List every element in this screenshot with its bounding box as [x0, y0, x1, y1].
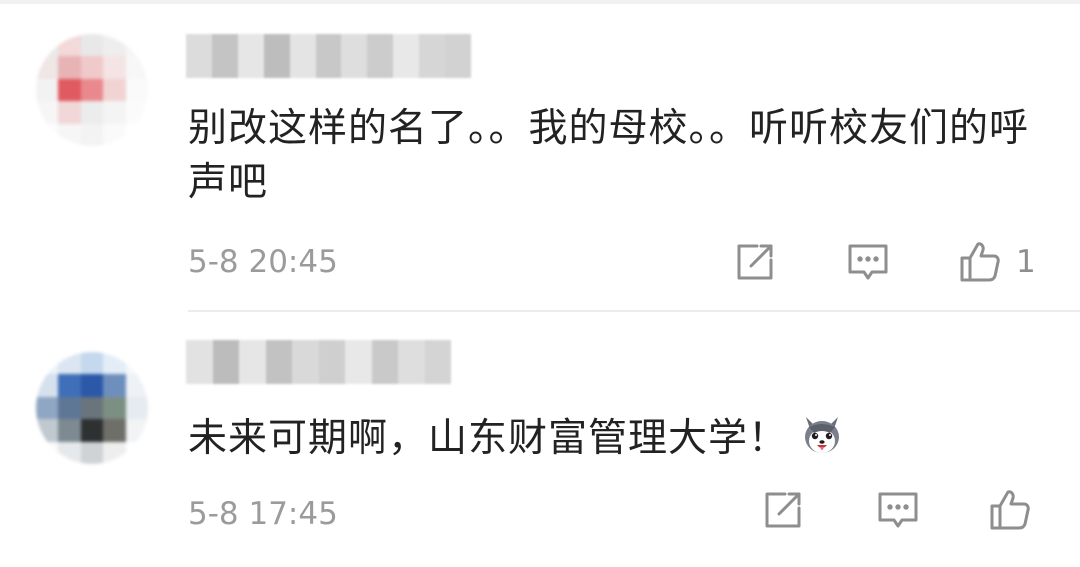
avatar-pixel: [36, 101, 59, 124]
avatar-pixel: [36, 56, 59, 79]
comment-text-body: 未来可期啊，山东财富管理大学！: [188, 416, 789, 461]
comment-text: 未来可期啊，山东财富管理大学！: [188, 412, 1050, 466]
husky-dog-emoji: [800, 413, 844, 457]
username-pixel: [186, 340, 213, 384]
username-pixel: [393, 34, 420, 78]
username-pixel: [263, 34, 290, 78]
avatar-pixel: [103, 56, 126, 79]
avatar-pixel: [103, 441, 126, 464]
avatar-pixel: [103, 352, 126, 375]
username-pixel: [239, 340, 266, 384]
reply-button[interactable]: [876, 488, 920, 532]
share-icon: [765, 492, 801, 528]
avatar-pixel: [103, 78, 126, 102]
reply-button[interactable]: [846, 240, 890, 284]
avatar-pixel: [125, 441, 148, 464]
username-pixel: [265, 340, 292, 384]
username-pixel: [237, 34, 264, 78]
avatar-pixel: [125, 123, 148, 146]
username-pixel: [315, 34, 342, 78]
username-pixel: [289, 34, 316, 78]
username-pixel: [367, 34, 394, 78]
reply-icon: [848, 244, 888, 280]
avatar-pixel: [36, 352, 59, 375]
avatar-pixel: [80, 56, 104, 79]
avatar[interactable]: [36, 352, 148, 464]
avatar-pixel: [36, 374, 59, 397]
thumbs-up-icon: [960, 242, 1000, 282]
comment-item: 未来可期啊，山东财富管理大学！ 5-8 17:45: [0, 312, 1080, 567]
username-pixel: [292, 340, 319, 384]
like-count: 1: [1016, 244, 1036, 280]
avatar-pixel: [125, 34, 148, 57]
username-pixel: [341, 34, 368, 78]
avatar-pixel: [36, 123, 59, 146]
avatar-pixel: [36, 34, 59, 57]
avatar-pixel: [80, 374, 104, 397]
like-button[interactable]: 1: [958, 240, 1036, 284]
avatar-pixel: [125, 374, 148, 397]
thumbs-up-icon: [990, 490, 1030, 530]
like-button[interactable]: [988, 488, 1046, 532]
comment-item: 别改这样的名了。。我的母校。。听听校友们的呼声吧 5-8 20:45 1: [0, 4, 1080, 310]
avatar-pixel: [58, 78, 81, 102]
comment-time: 5-8 17:45: [188, 496, 338, 532]
avatar-pixel: [125, 56, 148, 79]
avatar-pixel: [125, 419, 148, 442]
avatar-pixel: [80, 419, 104, 442]
share-button[interactable]: [733, 240, 777, 284]
avatar-pixel: [58, 374, 81, 397]
avatar-pixel: [58, 123, 81, 146]
avatar[interactable]: [36, 34, 148, 146]
avatar-pixel: [36, 441, 59, 464]
avatar-pixel: [80, 123, 104, 146]
avatar-pixel: [103, 374, 126, 397]
username-pixel: [398, 340, 425, 384]
username-pixel: [212, 340, 239, 384]
username-pixel: [345, 340, 372, 384]
avatar-pixel: [58, 441, 81, 464]
avatar-pixel: [36, 419, 59, 442]
comment-time: 5-8 20:45: [188, 244, 338, 280]
username-pixel: [211, 34, 238, 78]
avatar-pixel: [125, 352, 148, 375]
avatar-pixel: [103, 419, 126, 442]
avatar-pixel: [36, 396, 59, 420]
avatar-pixel: [36, 78, 59, 102]
avatar-pixel: [58, 396, 81, 420]
avatar-pixel: [103, 34, 126, 57]
avatar-pixel: [125, 396, 148, 420]
username-blurred[interactable]: [186, 340, 451, 384]
avatar-pixel: [80, 441, 104, 464]
avatar-pixel: [80, 352, 104, 375]
username-blurred[interactable]: [186, 34, 471, 78]
avatar-pixel: [58, 419, 81, 442]
username-pixel: [424, 340, 451, 384]
username-pixel: [186, 34, 212, 78]
avatar-pixel: [103, 396, 126, 420]
username-pixel: [445, 34, 471, 78]
avatar-pixel: [80, 396, 104, 420]
avatar-pixel: [58, 101, 81, 124]
username-pixel: [371, 340, 398, 384]
comment-text: 别改这样的名了。。我的母校。。听听校友们的呼声吧: [188, 106, 1030, 205]
avatar-pixel: [80, 101, 104, 124]
username-pixel: [419, 34, 446, 78]
share-icon: [737, 244, 773, 280]
avatar-pixel: [125, 78, 148, 102]
avatar-pixel: [80, 78, 104, 102]
avatar-pixel: [80, 34, 104, 57]
avatar-pixel: [58, 34, 81, 57]
avatar-pixel: [103, 123, 126, 146]
avatar-pixel: [103, 101, 126, 124]
username-pixel: [318, 340, 345, 384]
avatar-pixel: [58, 56, 81, 79]
reply-icon: [878, 492, 918, 528]
avatar-pixel: [58, 352, 81, 375]
share-button[interactable]: [761, 488, 805, 532]
avatar-pixel: [125, 101, 148, 124]
